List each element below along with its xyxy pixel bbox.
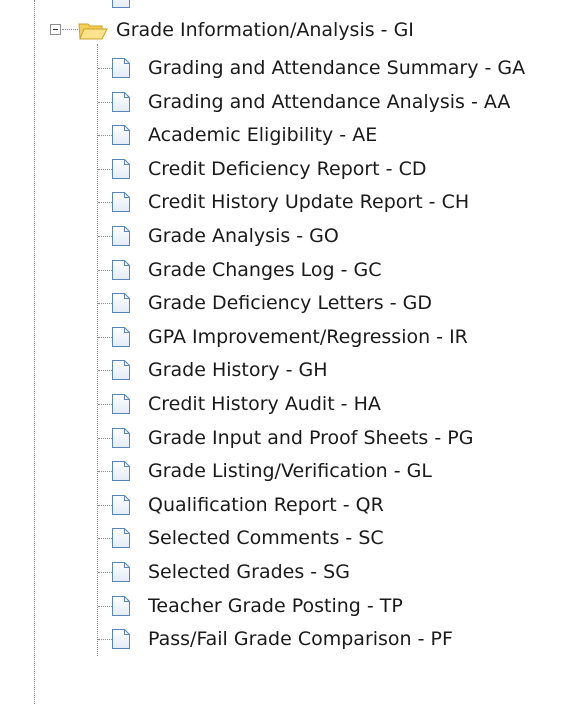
tree-item[interactable]: Grade Input and Proof Sheets - PG bbox=[0, 422, 588, 456]
tree-item-label[interactable]: GPA Improvement/Regression - IR bbox=[148, 326, 468, 348]
tree-connector-line bbox=[98, 639, 112, 641]
document-icon bbox=[112, 595, 130, 616]
document-icon bbox=[112, 629, 130, 650]
tree-item[interactable]: Credit Deficiency Report - CD bbox=[0, 153, 588, 187]
tree-item[interactable]: Grade History - GH bbox=[0, 354, 588, 388]
document-icon bbox=[112, 259, 130, 280]
document-icon bbox=[112, 562, 130, 582]
document-icon bbox=[112, 360, 130, 381]
document-icon bbox=[112, 58, 130, 78]
report-tree: Grade Information/Analysis - GI Grading … bbox=[0, 0, 588, 704]
folder-open-icon bbox=[78, 23, 108, 40]
tree-item[interactable]: Qualification Report - QR bbox=[0, 489, 588, 523]
tree-connector-line bbox=[98, 269, 112, 271]
tree-item[interactable]: Grade Changes Log - GC bbox=[0, 254, 588, 288]
tree-item[interactable]: Selected Grades - SG bbox=[0, 556, 588, 590]
document-icon bbox=[112, 326, 130, 347]
tree-item[interactable]: Grading and Attendance Summary - GA bbox=[0, 52, 588, 86]
tree-item-label[interactable]: Grading and Attendance Analysis - AA bbox=[148, 91, 510, 113]
document-icon bbox=[112, 0, 130, 8]
tree-connector-line bbox=[98, 538, 112, 540]
tree-connector-line bbox=[98, 504, 112, 506]
tree-connector-line bbox=[62, 29, 78, 30]
tree-item[interactable]: Grade Deficiency Letters - GD bbox=[0, 287, 588, 321]
tree-item-label[interactable]: Pass/Fail Grade Comparison - PF bbox=[148, 628, 453, 650]
tree-item[interactable]: Teacher Grade Posting - TP bbox=[0, 590, 588, 624]
tree-item[interactable]: Credit History Update Report - CH bbox=[0, 186, 588, 220]
document-icon bbox=[112, 427, 130, 448]
tree-connector-line bbox=[98, 437, 112, 439]
tree-connector-line bbox=[98, 303, 112, 305]
tree-connector-line bbox=[98, 336, 112, 338]
tree-item-label[interactable]: Credit History Audit - HA bbox=[148, 393, 381, 415]
tree-item-label[interactable]: Qualification Report - QR bbox=[148, 494, 384, 516]
tree-item[interactable]: Academic Eligibility - AE bbox=[0, 119, 588, 153]
tree-item[interactable]: Selected Comments - SC bbox=[0, 522, 588, 556]
tree-item-label[interactable]: Grade Deficiency Letters - GD bbox=[148, 292, 432, 314]
tree-connector-line bbox=[98, 202, 112, 204]
tree-item[interactable]: Pass/Fail Grade Comparison - PF bbox=[0, 623, 588, 657]
tree-connector-line bbox=[98, 370, 112, 372]
document-icon bbox=[112, 226, 130, 246]
document-icon bbox=[112, 528, 130, 549]
tree-connector-line bbox=[98, 236, 112, 237]
tree-item-label[interactable]: Grade Input and Proof Sheets - PG bbox=[148, 427, 473, 449]
tree-item[interactable]: Grade Listing/Verification - GL bbox=[0, 455, 588, 489]
document-icon bbox=[112, 461, 130, 482]
tree-item-label[interactable]: Teacher Grade Posting - TP bbox=[148, 595, 403, 617]
tree-connector-line bbox=[98, 68, 112, 69]
document-icon bbox=[112, 394, 130, 414]
tree-item[interactable]: GPA Improvement/Regression - IR bbox=[0, 321, 588, 355]
tree-connector-line bbox=[98, 101, 112, 103]
tree-item-label[interactable]: Grade Analysis - GO bbox=[148, 225, 339, 247]
document-icon bbox=[112, 91, 130, 112]
collapse-icon[interactable] bbox=[50, 24, 61, 35]
tree-connector-line bbox=[98, 572, 112, 573]
tree-item-label[interactable]: Grade Listing/Verification - GL bbox=[148, 460, 432, 482]
tree-item[interactable]: Credit History Audit - HA bbox=[0, 388, 588, 422]
document-icon bbox=[112, 158, 130, 179]
tree-folder-grade-information[interactable]: Grade Information/Analysis - GI bbox=[0, 14, 588, 48]
document-icon bbox=[112, 293, 130, 314]
tree-connector-line bbox=[98, 404, 112, 405]
document-icon bbox=[112, 192, 130, 213]
folder-label[interactable]: Grade Information/Analysis - GI bbox=[116, 19, 414, 41]
tree-item[interactable]: Grade Analysis - GO bbox=[0, 220, 588, 254]
tree-item-label[interactable]: Selected Grades - SG bbox=[148, 561, 350, 583]
tree-connector-line bbox=[98, 471, 112, 473]
tree-item-label[interactable]: Credit History Update Report - CH bbox=[148, 191, 469, 213]
tree-item-label[interactable]: Grading and Attendance Summary - GA bbox=[148, 57, 525, 79]
document-icon bbox=[112, 125, 130, 146]
tree-item-label[interactable]: Credit Deficiency Report - CD bbox=[148, 158, 426, 180]
tree-item-label[interactable]: Grade History - GH bbox=[148, 359, 328, 381]
tree-item-label[interactable]: Selected Comments - SC bbox=[148, 527, 384, 549]
tree-connector-line bbox=[98, 135, 112, 137]
tree-connector-line bbox=[98, 168, 112, 170]
document-icon bbox=[112, 494, 130, 515]
tree-item[interactable]: Grading and Attendance Analysis - AA bbox=[0, 86, 588, 120]
tree-connector-line bbox=[98, 605, 112, 607]
tree-item-label[interactable]: Grade Changes Log - GC bbox=[148, 259, 382, 281]
tree-item-label[interactable]: Academic Eligibility - AE bbox=[148, 124, 377, 146]
